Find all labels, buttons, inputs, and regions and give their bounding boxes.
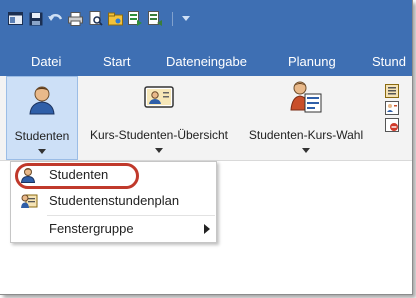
toolbar-separator (172, 11, 173, 26)
student-icon (28, 85, 56, 115)
quick-access-toolbar (0, 0, 412, 48)
tab-stundenplan[interactable]: Stund (372, 54, 406, 69)
small-ribbon-buttons (385, 84, 399, 132)
export-icon[interactable] (128, 11, 143, 26)
list-icon[interactable] (385, 84, 399, 98)
studenten-kurs-wahl-label: Studenten-Kurs-Wahl (248, 128, 364, 142)
tab-planung[interactable]: Planung (288, 54, 336, 69)
open-folder-icon[interactable] (108, 11, 123, 26)
menu-item-fenstergruppe[interactable]: Fenstergruppe (11, 216, 216, 242)
menu-item-studentenstundenplan[interactable]: Studentenstundenplan (11, 188, 216, 214)
application-window: Datei Start Dateneingabe Planung Stund S… (0, 0, 413, 295)
chevron-down-icon (38, 149, 46, 154)
student-timetable-icon (20, 193, 38, 209)
print-preview-icon[interactable] (88, 11, 103, 26)
student-list-icon[interactable] (385, 101, 399, 115)
studenten-dropdown-menu: Studenten Studentenstundenplan Fenstergr… (10, 161, 217, 243)
remove-icon[interactable] (385, 118, 399, 132)
student-course-choice-icon (290, 80, 322, 113)
window-icon[interactable] (8, 11, 23, 26)
print-icon[interactable] (68, 11, 83, 26)
menu-item-label: Studentenstundenplan (49, 193, 180, 208)
ribbon-tabs: Datei Start Dateneingabe Planung Stund (0, 48, 412, 76)
kurs-studenten-uebersicht-button[interactable]: Kurs-Studenten-Übersicht (80, 76, 238, 160)
import-icon[interactable] (148, 11, 163, 26)
menu-item-studenten[interactable]: Studenten (11, 162, 216, 189)
tab-datei[interactable]: Datei (31, 54, 61, 69)
submenu-arrow-icon (204, 224, 210, 234)
student-icon (20, 167, 36, 183)
studenten-kurs-wahl-button[interactable]: Studenten-Kurs-Wahl (240, 76, 372, 160)
save-icon[interactable] (28, 11, 43, 26)
tab-dateneingabe[interactable]: Dateneingabe (166, 54, 247, 69)
undo-icon[interactable] (48, 11, 63, 26)
ribbon-panel: Studenten Kurs-Studenten-Übersicht Stude… (0, 76, 412, 161)
course-student-overview-icon (144, 84, 174, 114)
studenten-button-label: Studenten (14, 129, 70, 143)
chevron-down-icon (155, 148, 163, 153)
studenten-button[interactable]: Studenten (6, 76, 78, 160)
tab-start[interactable]: Start (103, 54, 130, 69)
kurs-studenten-uebersicht-label: Kurs-Studenten-Übersicht (89, 128, 229, 142)
customize-dropdown-icon[interactable] (178, 11, 193, 26)
chevron-down-icon (302, 148, 310, 153)
menu-item-label: Fenstergruppe (49, 221, 134, 236)
menu-item-label: Studenten (49, 167, 109, 182)
